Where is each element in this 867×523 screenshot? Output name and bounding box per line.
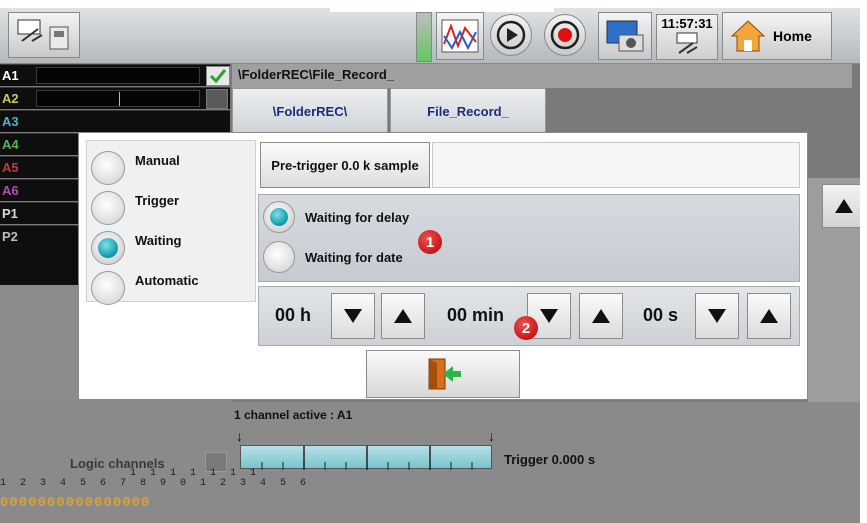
- scroll-up-button[interactable]: [822, 184, 860, 228]
- seconds-decrement-button[interactable]: [695, 293, 739, 339]
- record-icon: [550, 20, 580, 50]
- play-button[interactable]: [490, 14, 532, 56]
- trigger-time-text: Trigger 0.000 s: [504, 452, 596, 467]
- mode-label: Automatic: [135, 272, 199, 288]
- minutes-increment-button[interactable]: [579, 293, 623, 339]
- wait-option-date[interactable]: Waiting for date: [263, 241, 403, 273]
- top-toolbar: 11:57:31 Home: [0, 8, 860, 64]
- recorder-screen: 11:57:31 Home A1 A2 A3 A4 A5 A6 P1 P2 \F…: [0, 8, 860, 523]
- minutes-value: 00 min: [447, 305, 505, 325]
- graph-view-button[interactable]: [436, 12, 484, 60]
- mode-option-waiting[interactable]: Waiting: [91, 231, 181, 265]
- file-path: \FolderREC\File_Record_: [232, 64, 852, 88]
- triangle-up-icon: [592, 309, 610, 323]
- usb-storage-icon: [17, 19, 69, 50]
- channel-track: [36, 67, 200, 84]
- channel-label: A2: [2, 91, 19, 106]
- triangle-down-icon: [708, 309, 726, 323]
- channel-checkbox[interactable]: [206, 89, 228, 109]
- mode-option-manual[interactable]: Manual: [91, 151, 180, 185]
- seconds-value: 00 s: [643, 305, 679, 325]
- wait-option-delay[interactable]: Waiting for delay: [263, 201, 409, 233]
- record-button[interactable]: [544, 14, 586, 56]
- radio-button[interactable]: [263, 241, 295, 273]
- radio-button[interactable]: [91, 191, 125, 225]
- play-icon: [496, 20, 526, 50]
- camera-screen-icon: [606, 20, 644, 52]
- triangle-up-icon: [394, 309, 412, 323]
- channel-row-a2[interactable]: A2: [0, 87, 230, 109]
- hours-increment-button[interactable]: [381, 293, 425, 339]
- seconds-increment-button[interactable]: [747, 293, 791, 339]
- wait-option-label: Waiting for delay: [305, 209, 410, 225]
- radio-button-selected[interactable]: [263, 201, 295, 233]
- pretrigger-button[interactable]: Pre-trigger 0.0 k sample: [260, 142, 430, 188]
- channel-label: A5: [2, 160, 19, 175]
- usb-icon: [676, 32, 698, 54]
- tab-folder[interactable]: \FolderREC\: [232, 88, 388, 134]
- level-gauge: [416, 12, 432, 62]
- wait-option-label: Waiting for date: [305, 249, 403, 265]
- channel-row-a1[interactable]: A1: [0, 64, 230, 86]
- exit-button[interactable]: [366, 350, 520, 398]
- pretrigger-area: [432, 142, 800, 188]
- channel-track: [36, 90, 200, 107]
- mode-label: Manual: [135, 152, 180, 168]
- triangle-up-icon: [835, 199, 853, 213]
- channel-label: P1: [2, 206, 18, 221]
- channel-label: A6: [2, 183, 19, 198]
- graph-icon: [441, 19, 479, 53]
- channel-label: A3: [2, 114, 19, 129]
- screenshot-button[interactable]: [598, 12, 652, 60]
- triangle-up-icon: [760, 309, 778, 323]
- annotation-badge-1: 1: [418, 230, 442, 254]
- channel-label: A4: [2, 137, 19, 152]
- radio-button[interactable]: [91, 271, 125, 305]
- timeline-ticks: [261, 446, 473, 470]
- mode-label: Trigger: [135, 192, 180, 208]
- storage-button[interactable]: [8, 12, 80, 58]
- mode-option-automatic[interactable]: Automatic: [91, 271, 199, 305]
- mode-option-trigger[interactable]: Trigger: [91, 191, 179, 225]
- trigger-marker-right: ↓: [488, 428, 495, 444]
- trigger-marker-left: ↓: [236, 428, 243, 444]
- triangle-down-icon: [344, 309, 362, 323]
- mode-radio-group: Manual Trigger Waiting Automatic: [86, 140, 256, 305]
- clock-time: 11:57:31: [661, 16, 713, 31]
- annotation-badge-2: 2: [514, 316, 538, 340]
- triangle-down-icon: [540, 309, 558, 323]
- trigger-timeline[interactable]: [240, 445, 492, 470]
- channel-label: A1: [2, 68, 19, 83]
- logic-values-row: 0000000000000000: [0, 495, 151, 511]
- tab-file-name[interactable]: File_Record_: [390, 88, 546, 134]
- channel-active-text: 1 channel active : A1: [234, 408, 353, 422]
- channel-label: P2: [2, 229, 18, 244]
- channel-a1-checkbox[interactable]: [206, 66, 230, 86]
- clock-usb-button[interactable]: 11:57:31: [656, 14, 718, 60]
- radio-button[interactable]: [91, 151, 125, 185]
- hours-decrement-button[interactable]: [331, 293, 375, 339]
- logic-index-row: 1 2 3 4 5 6 7 8 9 0 1 2 3 4 5 6: [0, 478, 311, 489]
- checkmark-icon: [209, 69, 227, 84]
- home-button[interactable]: Home: [722, 12, 832, 60]
- home-icon: [730, 20, 766, 52]
- mode-label: Waiting: [135, 232, 182, 248]
- wait-options-panel: Waiting for delay Waiting for date: [258, 194, 800, 282]
- radio-button-selected[interactable]: [91, 231, 125, 265]
- hours-value: 00 h: [275, 305, 312, 325]
- channel-row-a3[interactable]: A3: [0, 110, 230, 132]
- exit-door-icon: [428, 358, 461, 390]
- home-label: Home: [773, 28, 812, 44]
